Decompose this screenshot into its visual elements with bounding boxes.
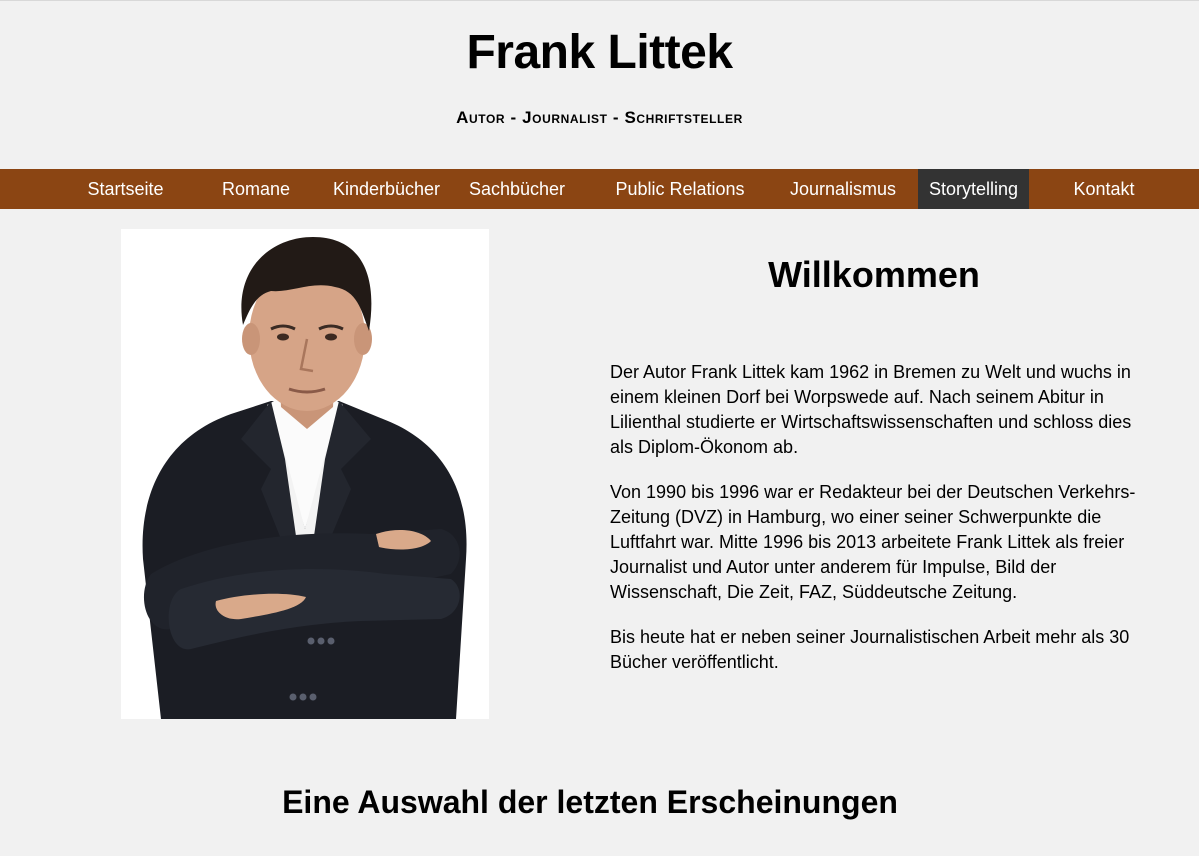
nav-item-journalismus[interactable]: Journalismus: [780, 169, 906, 209]
top-border: [0, 0, 1199, 1]
nav-item-sachbuecher[interactable]: Sachbücher: [462, 169, 572, 209]
welcome-heading: Willkommen: [768, 254, 980, 295]
recent-publications-heading: Eine Auswahl der letzten Erscheinungen: [282, 784, 898, 820]
bio-paragraph: Bis heute hat er neben seiner Journalist…: [610, 627, 1130, 672]
bio-paragraph: Der Autor Frank Littek kam 1962 in Breme…: [610, 362, 1132, 457]
author-portrait: [121, 229, 489, 719]
bio-paragraph: Von 1990 bis 1996 war er Redakteur bei d…: [610, 482, 1136, 602]
nav-item-kinderbuecher[interactable]: Kinderbücher: [325, 169, 448, 209]
site-title[interactable]: Frank Littek: [0, 22, 1199, 84]
nav-item-storytelling[interactable]: Storytelling: [918, 169, 1029, 209]
nav-item-startseite[interactable]: Startseite: [78, 169, 173, 209]
author-bio: Der Autor Frank Littek kam 1962 in Breme…: [610, 360, 1140, 695]
site-subtitle: Autor - Journalist - Schriftsteller: [456, 108, 743, 127]
nav-item-romane[interactable]: Romane: [213, 169, 299, 209]
main-navigation: Startseite Romane Kinderbücher Sachbüche…: [0, 169, 1199, 209]
nav-item-kontakt[interactable]: Kontakt: [1062, 169, 1146, 209]
nav-item-public-relations[interactable]: Public Relations: [605, 169, 755, 209]
